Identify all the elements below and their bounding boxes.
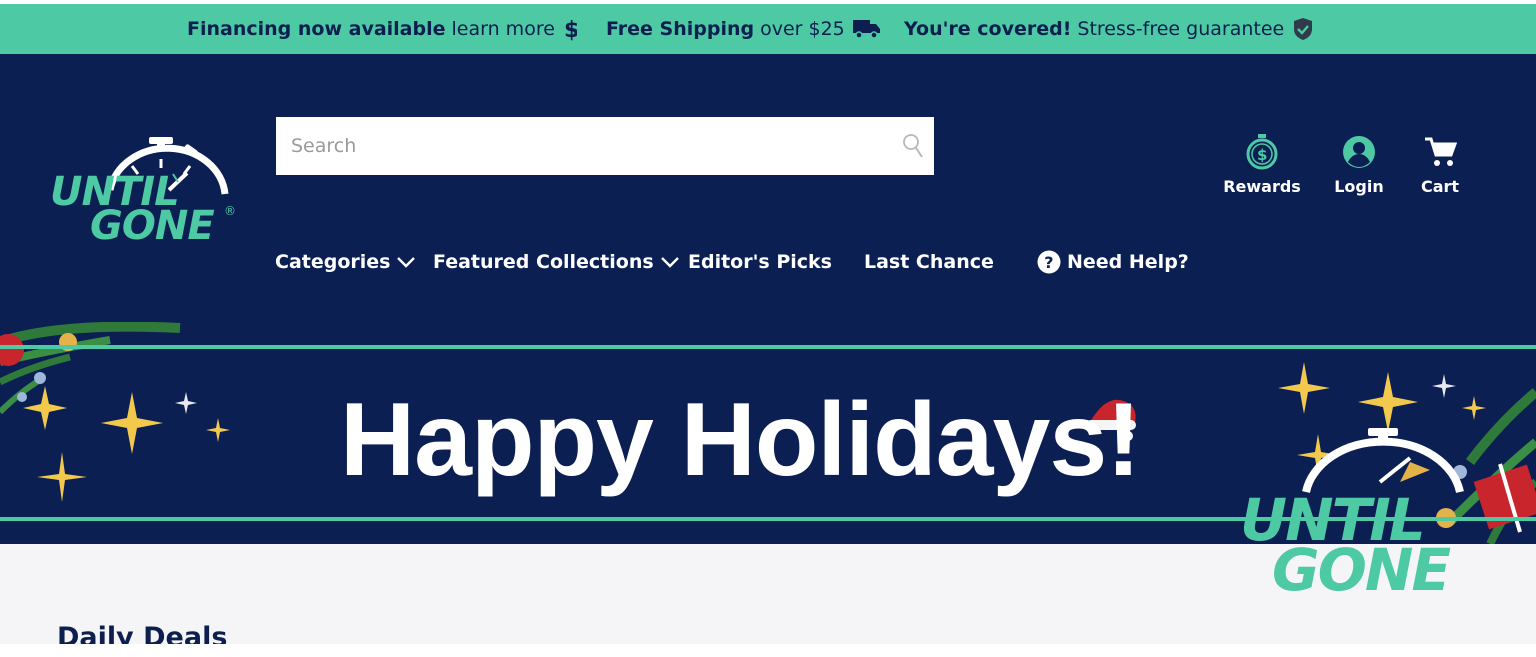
logo-text-gone: GONE [90,203,215,249]
cart-icon [1423,133,1457,171]
banner-headline: Happy Holidays! [340,382,1141,498]
pine-garland-left-icon [0,322,181,415]
search-input[interactable] [276,117,891,175]
svg-text:?: ? [1044,253,1053,272]
nav-need-help[interactable]: ? Need Help? [1037,246,1189,278]
shield-check-icon [1292,17,1314,41]
promo-bar: Financing now available learn more $ Fre… [0,4,1536,54]
login-label: Login [1334,177,1384,196]
truck-icon [852,18,881,40]
shipping-promo-bold: Free Shipping [606,18,755,40]
rewards-link[interactable]: $ Rewards [1217,133,1307,196]
nav-editors-picks[interactable]: Editor's Picks [688,246,832,278]
banner-logo-gone: GONE [1272,536,1451,604]
banner-top-stripe [0,345,1536,349]
nav-featured-collections-label: Featured Collections [433,251,654,273]
guarantee-promo-bold: You're covered! [904,18,1072,40]
stopwatch-logo-icon [1302,428,1464,493]
financing-promo-bold: Financing now available [187,18,446,40]
chevron-down-icon [396,256,416,268]
nav-featured-collections[interactable]: Featured Collections [433,246,680,278]
nav-categories[interactable]: Categories [275,246,416,278]
chevron-down-icon [660,256,680,268]
guarantee-promo-text: Stress-free guarantee [1077,18,1285,40]
dollar-icon: $ [563,17,577,41]
svg-text:$: $ [564,18,577,41]
site-logo[interactable]: UNTIL GONE ® [50,134,240,249]
user-circle-icon [1342,133,1376,171]
search-icon[interactable] [902,133,924,163]
nav-last-chance-label: Last Chance [864,251,994,273]
shipping-promo-text: over $25 [760,18,845,40]
financing-promo[interactable]: Financing now available learn more $ [187,4,577,54]
help-circle-icon: ? [1037,250,1061,274]
nav-last-chance[interactable]: Last Chance [864,246,994,278]
nav-editors-picks-label: Editor's Picks [688,251,832,273]
shipping-promo[interactable]: Free Shipping over $25 [606,4,881,54]
logo-registered-mark: ® [224,204,236,218]
guarantee-promo[interactable]: You're covered! Stress-free guarantee [904,4,1314,54]
stopwatch-dollar-icon: $ [1245,133,1279,171]
nav-need-help-label: Need Help? [1067,251,1189,273]
cart-link[interactable]: Cart [1395,133,1485,196]
login-link[interactable]: Login [1314,133,1404,196]
rewards-label: Rewards [1223,177,1301,196]
svg-text:$: $ [1257,146,1267,164]
financing-promo-text: learn more [451,18,555,40]
page-fold-shade [0,644,1536,657]
nav-categories-label: Categories [275,251,391,273]
search-box[interactable] [276,117,934,175]
cart-label: Cart [1420,177,1460,196]
